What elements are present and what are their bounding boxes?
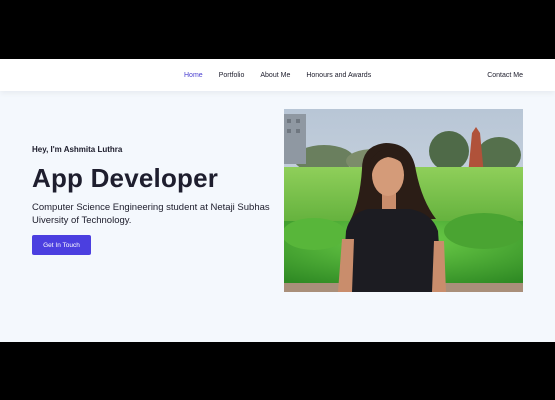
navbar: Home Portfolio About Me Honours and Awar… xyxy=(0,59,555,91)
nav-link-about[interactable]: About Me xyxy=(260,72,290,79)
hero-greeting-wrap: Hey, I'm Ashmita Luthra xyxy=(32,145,272,154)
page-viewport: Home Portfolio About Me Honours and Awar… xyxy=(0,59,555,342)
hero-greeting: Hey, I'm Ashmita Luthra xyxy=(32,145,123,154)
nav-link-contact[interactable]: Contact Me xyxy=(487,59,523,91)
nav-link-home[interactable]: Home xyxy=(184,72,203,79)
nav-links: Home Portfolio About Me Honours and Awar… xyxy=(184,59,387,91)
profile-photo xyxy=(284,109,523,292)
letterbox-top xyxy=(0,0,555,59)
letterbox-bottom xyxy=(0,342,555,400)
hero-description: Computer Science Engineering student at … xyxy=(32,202,270,226)
get-in-touch-button[interactable]: Get In Touch xyxy=(32,235,91,255)
profile-photo-illustration xyxy=(284,109,523,292)
hero-headline: App Developer xyxy=(32,163,219,193)
nav-link-portfolio[interactable]: Portfolio xyxy=(219,72,245,79)
nav-link-honours[interactable]: Honours and Awards xyxy=(306,72,371,79)
